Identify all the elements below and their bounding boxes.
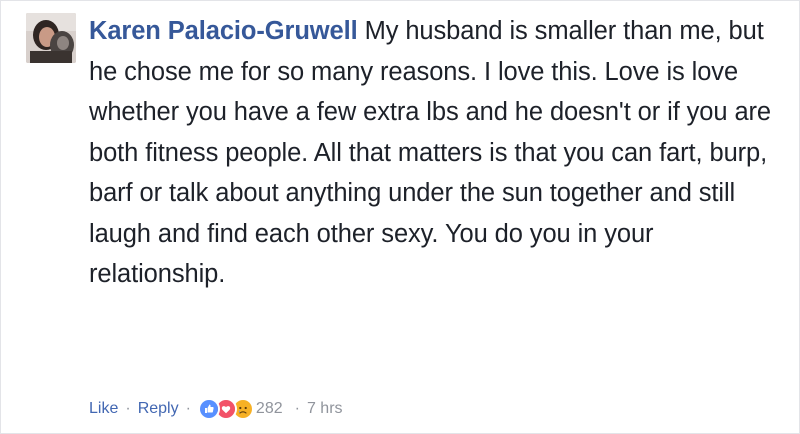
reply-link[interactable]: Reply [138, 398, 179, 420]
action-separator: · [125, 400, 131, 417]
comment-author[interactable]: Karen Palacio-Gruwell [89, 17, 358, 45]
action-separator: · [185, 400, 191, 417]
reaction-count: 282 [255, 400, 283, 417]
comment-timestamp[interactable]: 7 hrs [307, 398, 343, 420]
comment-card: Karen Palacio-Gruwell My husband is smal… [0, 0, 800, 434]
comment-body: Karen Palacio-Gruwell My husband is smal… [89, 11, 779, 295]
avatar-photo [26, 13, 76, 63]
avatar[interactable] [26, 13, 76, 63]
comment-actions: Like · Reply · 282 · 7 hrs [89, 398, 343, 420]
comment-text: My husband is smaller than me, but he ch… [89, 17, 772, 288]
like-icon [197, 398, 220, 420]
like-link[interactable]: Like [89, 398, 118, 420]
action-separator: · [294, 400, 300, 417]
reactions-summary[interactable]: 282 [197, 398, 283, 420]
